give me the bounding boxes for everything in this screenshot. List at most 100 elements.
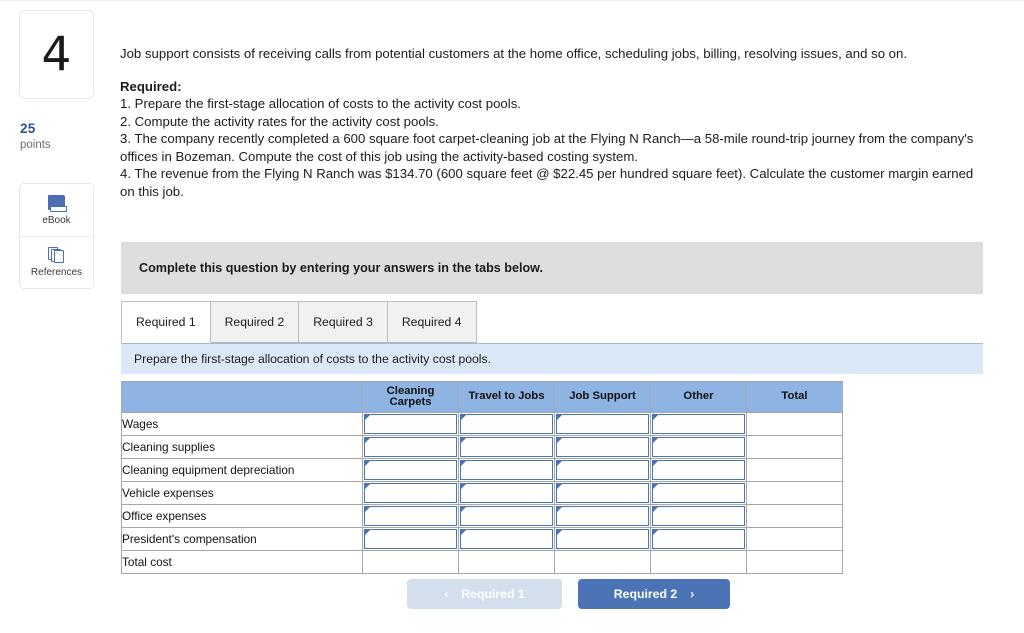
references-label: References <box>30 267 83 278</box>
cell-office-expenses-job-support[interactable] <box>554 504 651 528</box>
cell-office-expenses-travel-to-jobs[interactable] <box>458 504 555 528</box>
input-presidents-compensation-cleaning-carpets[interactable] <box>364 529 457 549</box>
header-other: Other <box>650 381 747 413</box>
input-vehicle-expenses-cleaning-carpets[interactable] <box>364 483 457 503</box>
points-value: 25 <box>20 121 36 136</box>
question-page: 4 25 points eBook References Job support… <box>0 0 1024 633</box>
tab-instruction-bar: Prepare the first-stage allocation of co… <box>121 343 983 374</box>
cell-total-cost-job-support <box>554 550 651 574</box>
input-cleaning-supplies-travel-to-jobs[interactable] <box>460 437 553 457</box>
cell-presidents-compensation-cleaning-carpets[interactable] <box>362 527 459 551</box>
tab-instruction-text: Prepare the first-stage allocation of co… <box>134 352 491 366</box>
input-cleaning-supplies-cleaning-carpets[interactable] <box>364 437 457 457</box>
footer-navigation: ‹ Required 1 Required 2 › <box>113 579 1024 609</box>
row-label-cleaning-equipment-depreciation: Cleaning equipment depreciation <box>121 458 363 482</box>
question-intro: Job support consists of receiving calls … <box>120 46 908 61</box>
cell-cleaning-equipment-depreciation-other[interactable] <box>650 458 747 482</box>
main-content: Job support consists of receiving calls … <box>113 1 1024 633</box>
question-number-box: 4 <box>19 10 94 99</box>
cell-cleaning-supplies-job-support[interactable] <box>554 435 651 459</box>
input-vehicle-expenses-travel-to-jobs[interactable] <box>460 483 553 503</box>
input-wages-cleaning-carpets[interactable] <box>364 414 457 434</box>
cell-cleaning-equipment-depreciation-travel-to-jobs[interactable] <box>458 458 555 482</box>
cell-total-cost-travel-to-jobs <box>458 550 555 574</box>
input-office-expenses-job-support[interactable] <box>556 506 649 526</box>
cell-wages-other[interactable] <box>650 412 747 436</box>
input-cleaning-supplies-job-support[interactable] <box>556 437 649 457</box>
cell-vehicle-expenses-other[interactable] <box>650 481 747 505</box>
references-icon <box>47 247 66 263</box>
requirement-4: 4. The revenue from the Flying N Ranch w… <box>120 166 974 199</box>
question-text: Job support consists of receiving calls … <box>120 45 988 200</box>
chevron-right-icon: › <box>690 587 695 601</box>
input-wages-travel-to-jobs[interactable] <box>460 414 553 434</box>
header-total: Total <box>746 381 843 413</box>
table-row: Cleaning equipment depreciation <box>121 458 843 482</box>
references-button[interactable]: References <box>20 236 93 288</box>
cell-vehicle-expenses-total <box>746 481 843 505</box>
input-cleaning-equipment-depreciation-other[interactable] <box>652 460 745 480</box>
row-label-wages: Wages <box>121 412 363 436</box>
cell-presidents-compensation-travel-to-jobs[interactable] <box>458 527 555 551</box>
cell-cleaning-equipment-depreciation-cleaning-carpets[interactable] <box>362 458 459 482</box>
cell-office-expenses-other[interactable] <box>650 504 747 528</box>
input-cleaning-equipment-depreciation-job-support[interactable] <box>556 460 649 480</box>
table-row-total: Total cost <box>121 550 843 574</box>
question-number: 4 <box>41 27 72 82</box>
cell-presidents-compensation-other[interactable] <box>650 527 747 551</box>
row-label-vehicle-expenses: Vehicle expenses <box>121 481 363 505</box>
input-cleaning-equipment-depreciation-cleaning-carpets[interactable] <box>364 460 457 480</box>
table-body: Wages Cleaning supplies Cleaning equipme… <box>121 412 843 574</box>
input-office-expenses-cleaning-carpets[interactable] <box>364 506 457 526</box>
input-vehicle-expenses-job-support[interactable] <box>556 483 649 503</box>
first-stage-allocation-table: Cleaning Carpets Travel to Jobs Job Supp… <box>121 381 843 574</box>
input-wages-job-support[interactable] <box>556 414 649 434</box>
cell-cleaning-equipment-depreciation-job-support[interactable] <box>554 458 651 482</box>
table-row: Office expenses <box>121 504 843 528</box>
input-office-expenses-travel-to-jobs[interactable] <box>460 506 553 526</box>
instruction-banner-text: Complete this question by entering your … <box>139 261 543 275</box>
required-heading: Required: <box>120 78 182 94</box>
cell-office-expenses-total <box>746 504 843 528</box>
cell-cleaning-supplies-total <box>746 435 843 459</box>
ebook-button[interactable]: eBook <box>20 184 93 236</box>
cell-vehicle-expenses-travel-to-jobs[interactable] <box>458 481 555 505</box>
cell-presidents-compensation-job-support[interactable] <box>554 527 651 551</box>
header-blank <box>121 381 363 413</box>
table-head: Cleaning Carpets Travel to Jobs Job Supp… <box>121 381 843 413</box>
cell-vehicle-expenses-job-support[interactable] <box>554 481 651 505</box>
previous-requirement-button[interactable]: ‹ Required 1 <box>407 579 562 609</box>
header-cleaning-carpets-line1: Cleaning <box>386 384 435 397</box>
input-cleaning-equipment-depreciation-travel-to-jobs[interactable] <box>460 460 553 480</box>
cell-wages-travel-to-jobs[interactable] <box>458 412 555 436</box>
table-row: Cleaning supplies <box>121 435 843 459</box>
tab-required-1[interactable]: Required 1 <box>121 301 211 343</box>
input-vehicle-expenses-other[interactable] <box>652 483 745 503</box>
input-cleaning-supplies-other[interactable] <box>652 437 745 457</box>
next-requirement-button[interactable]: Required 2 › <box>578 579 730 609</box>
cell-wages-job-support[interactable] <box>554 412 651 436</box>
input-presidents-compensation-travel-to-jobs[interactable] <box>460 529 553 549</box>
table-row: President's compensation <box>121 527 843 551</box>
cell-cleaning-supplies-travel-to-jobs[interactable] <box>458 435 555 459</box>
header-job-support: Job Support <box>554 381 651 413</box>
cell-cleaning-supplies-other[interactable] <box>650 435 747 459</box>
input-office-expenses-other[interactable] <box>652 506 745 526</box>
tab-required-4[interactable]: Required 4 <box>386 301 477 343</box>
cell-cleaning-supplies-cleaning-carpets[interactable] <box>362 435 459 459</box>
cell-vehicle-expenses-cleaning-carpets[interactable] <box>362 481 459 505</box>
tab-required-3[interactable]: Required 3 <box>298 301 388 343</box>
cell-wages-cleaning-carpets[interactable] <box>362 412 459 436</box>
input-presidents-compensation-job-support[interactable] <box>556 529 649 549</box>
cell-office-expenses-cleaning-carpets[interactable] <box>362 504 459 528</box>
tab-required-2[interactable]: Required 2 <box>209 301 300 343</box>
tool-panel: eBook References <box>19 183 94 289</box>
table-row: Wages <box>121 412 843 436</box>
input-wages-other[interactable] <box>652 414 745 434</box>
chevron-left-icon: ‹ <box>444 587 449 601</box>
cell-cleaning-equipment-depreciation-total <box>746 458 843 482</box>
cell-total-cost-total <box>746 550 843 574</box>
input-presidents-compensation-other[interactable] <box>652 529 745 549</box>
header-travel-to-jobs: Travel to Jobs <box>458 381 555 413</box>
